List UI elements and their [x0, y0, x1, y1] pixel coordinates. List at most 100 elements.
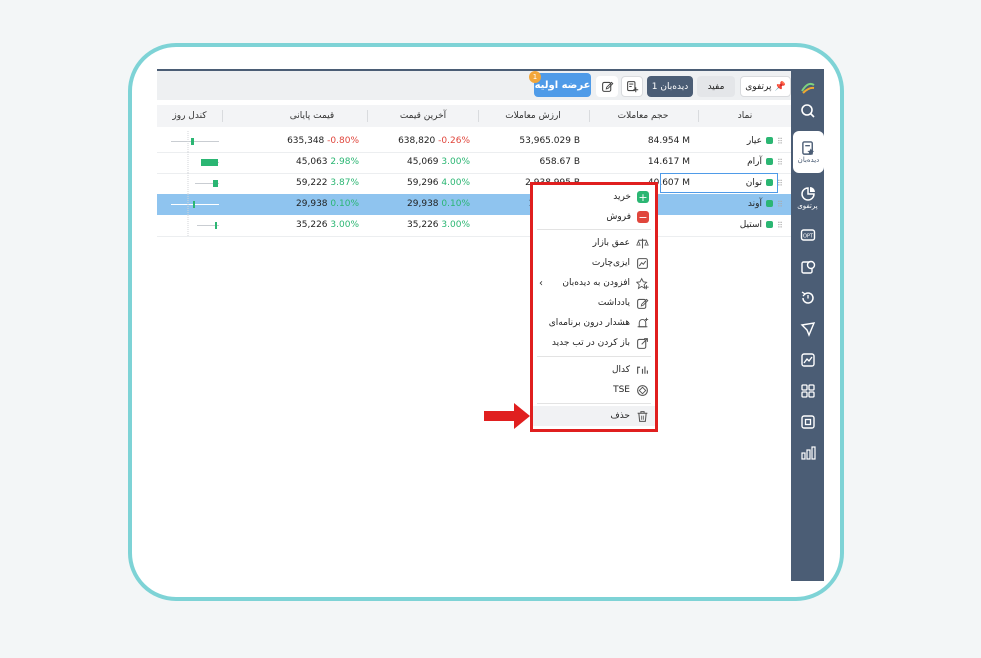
symbol-cell[interactable]: آرام — [747, 152, 773, 173]
menu-buy[interactable]: خرید + — [533, 187, 655, 207]
column-divider — [698, 110, 699, 122]
symbol-cell[interactable]: توان — [746, 173, 773, 194]
menu-divider — [537, 229, 651, 230]
sidebar: دیده‌بان پرتفوی OPT — [791, 69, 824, 581]
edit-icon — [601, 81, 613, 92]
menu-label: باز کردن در تب جدید — [551, 338, 630, 348]
note-icon — [636, 297, 649, 310]
menu-market-depth[interactable]: عمق بازار — [533, 233, 655, 253]
header-close-price[interactable]: قیمت پایانی — [257, 105, 367, 127]
refresh-clock-icon[interactable] — [791, 284, 824, 312]
status-dot — [766, 221, 773, 228]
drag-handle-icon[interactable]: ⠿ — [777, 173, 787, 194]
add-watchlist-button[interactable] — [621, 76, 643, 97]
header-volume[interactable]: حجم معاملات — [588, 105, 698, 127]
menu-delete[interactable]: حذف — [533, 406, 655, 426]
column-divider — [589, 110, 590, 122]
menu-note[interactable]: یادداشت — [533, 293, 655, 313]
scale-icon — [636, 237, 649, 250]
sidebar-item-watchlist[interactable]: دیده‌بان — [793, 131, 824, 173]
close-price-cell: 29,938 0.10% — [296, 199, 359, 209]
header-symbol[interactable]: نماد — [699, 105, 791, 127]
status-dot — [766, 158, 773, 165]
symbol-cell[interactable]: استیل — [740, 215, 773, 236]
bar-chart-icon[interactable] — [791, 439, 824, 467]
header-value[interactable]: ارزش معاملات — [478, 105, 588, 127]
menu-alert[interactable]: هشدار درون برنامه‌ای — [533, 313, 655, 333]
drag-handle-icon[interactable]: ⠿ — [777, 215, 787, 236]
ipo-count-badge: 1 — [529, 71, 541, 83]
codal-icon — [636, 364, 649, 377]
table-row[interactable]: ⠿ توان 40.607 M 2,938.995 B 59,296 4.00%… — [157, 173, 791, 195]
close-price-cell: 35,226 3.00% — [296, 220, 359, 230]
history-icon[interactable] — [791, 253, 824, 281]
menu-label: TSE — [613, 385, 630, 395]
tab-label: دیده‌بان 1 — [651, 81, 689, 92]
table-row[interactable]: ⠿ آوند 10,739.487 29,938 0.10% 29,938 0.… — [157, 194, 791, 215]
close-price-cell: 45,063 2.98% — [296, 157, 359, 167]
symbol-cell[interactable]: عیار — [747, 131, 773, 152]
search-icon[interactable] — [791, 97, 824, 125]
tab-useful[interactable]: مفید — [697, 76, 735, 97]
menu-easychart[interactable]: ایزی‌چارت — [533, 253, 655, 273]
day-candle — [171, 131, 219, 152]
close-price-cell: 59,222 3.87% — [296, 178, 359, 188]
status-dot — [766, 179, 773, 186]
value-cell: 658.67 B — [539, 157, 580, 167]
table-row[interactable]: ⠿ آرام 14.617 M 658.67 B 45,069 3.00% 45… — [157, 152, 791, 174]
pie-chart-icon — [800, 187, 815, 201]
menu-tse[interactable]: TSE — [533, 380, 655, 400]
menu-sell[interactable]: فروش − — [533, 207, 655, 227]
tab-watchlist-1[interactable]: دیده‌بان 1 — [647, 76, 693, 97]
day-candle — [187, 152, 219, 173]
edit-chart-icon[interactable] — [791, 346, 824, 374]
table-row[interactable]: ⠿ استیل 637.984 35,226 3.00% 35,226 3.00… — [157, 215, 791, 237]
menu-label: یادداشت — [597, 298, 630, 308]
tab-label: پرتفوی — [745, 81, 772, 92]
symbol-cell[interactable]: آوند — [748, 194, 773, 215]
column-divider — [367, 110, 368, 122]
menu-divider — [537, 356, 651, 357]
volume-cell: 14.617 M — [647, 157, 690, 167]
menu-label: عمق بازار — [592, 238, 630, 248]
grid-icon[interactable] — [791, 377, 824, 405]
menu-codal[interactable]: کدال — [533, 360, 655, 380]
send-icon[interactable] — [791, 315, 824, 343]
day-candle — [187, 173, 219, 194]
drag-handle-icon[interactable]: ⠿ — [777, 131, 787, 152]
last-price-cell: 638,820 -0.26% — [398, 136, 470, 146]
ipo-button[interactable]: عرضه اولیه — [534, 73, 591, 97]
menu-add-to-watchlist[interactable]: ‹ افزودن به دیده‌بان — [533, 273, 655, 293]
menu-label: فروش — [606, 212, 631, 222]
column-divider — [222, 110, 223, 122]
watchlist-icon — [802, 140, 815, 155]
header-candle[interactable]: کندل روز — [157, 105, 222, 127]
menu-label: افزودن به دیده‌بان — [562, 278, 630, 288]
sidebar-item-label: دیده‌بان — [797, 155, 820, 164]
value-cell: 53,965.029 B — [519, 136, 580, 146]
day-candle — [187, 215, 219, 236]
opt-icon[interactable]: OPT — [791, 221, 824, 249]
box-icon[interactable] — [791, 408, 824, 436]
sidebar-item-portfolio[interactable]: پرتفوی — [791, 181, 824, 215]
column-divider — [478, 110, 479, 122]
tab-portfolio[interactable]: پرتفوی 📌 — [740, 76, 791, 97]
menu-open-new-tab[interactable]: باز کردن در تب جدید — [533, 333, 655, 353]
table-row[interactable]: ⠿ عیار 84.954 M 53,965.029 B 638,820 -0.… — [157, 131, 791, 153]
pin-icon: 📌 — [774, 81, 786, 92]
external-link-icon — [636, 337, 649, 350]
app-window: دیده‌بان پرتفوی OPT — [157, 69, 824, 581]
drag-handle-icon[interactable]: ⠿ — [777, 194, 787, 215]
add-list-icon — [626, 81, 638, 93]
watchlist-toolbar: پرتفوی 📌 مفید دیده‌بان 1 عرضه اولیه 1 — [157, 69, 791, 100]
last-price-cell: 29,938 0.10% — [407, 199, 470, 209]
edit-watchlist-button[interactable] — [596, 76, 618, 97]
menu-label: هشدار درون برنامه‌ای — [548, 318, 630, 328]
bell-add-icon — [636, 317, 649, 330]
last-price-cell: 45,069 3.00% — [407, 157, 470, 167]
chart-icon — [636, 257, 649, 270]
menu-label: کدال — [611, 365, 630, 375]
drag-handle-icon[interactable]: ⠿ — [777, 152, 787, 173]
header-last-price[interactable]: آخرین قیمت — [368, 105, 478, 127]
status-dot — [766, 200, 773, 207]
